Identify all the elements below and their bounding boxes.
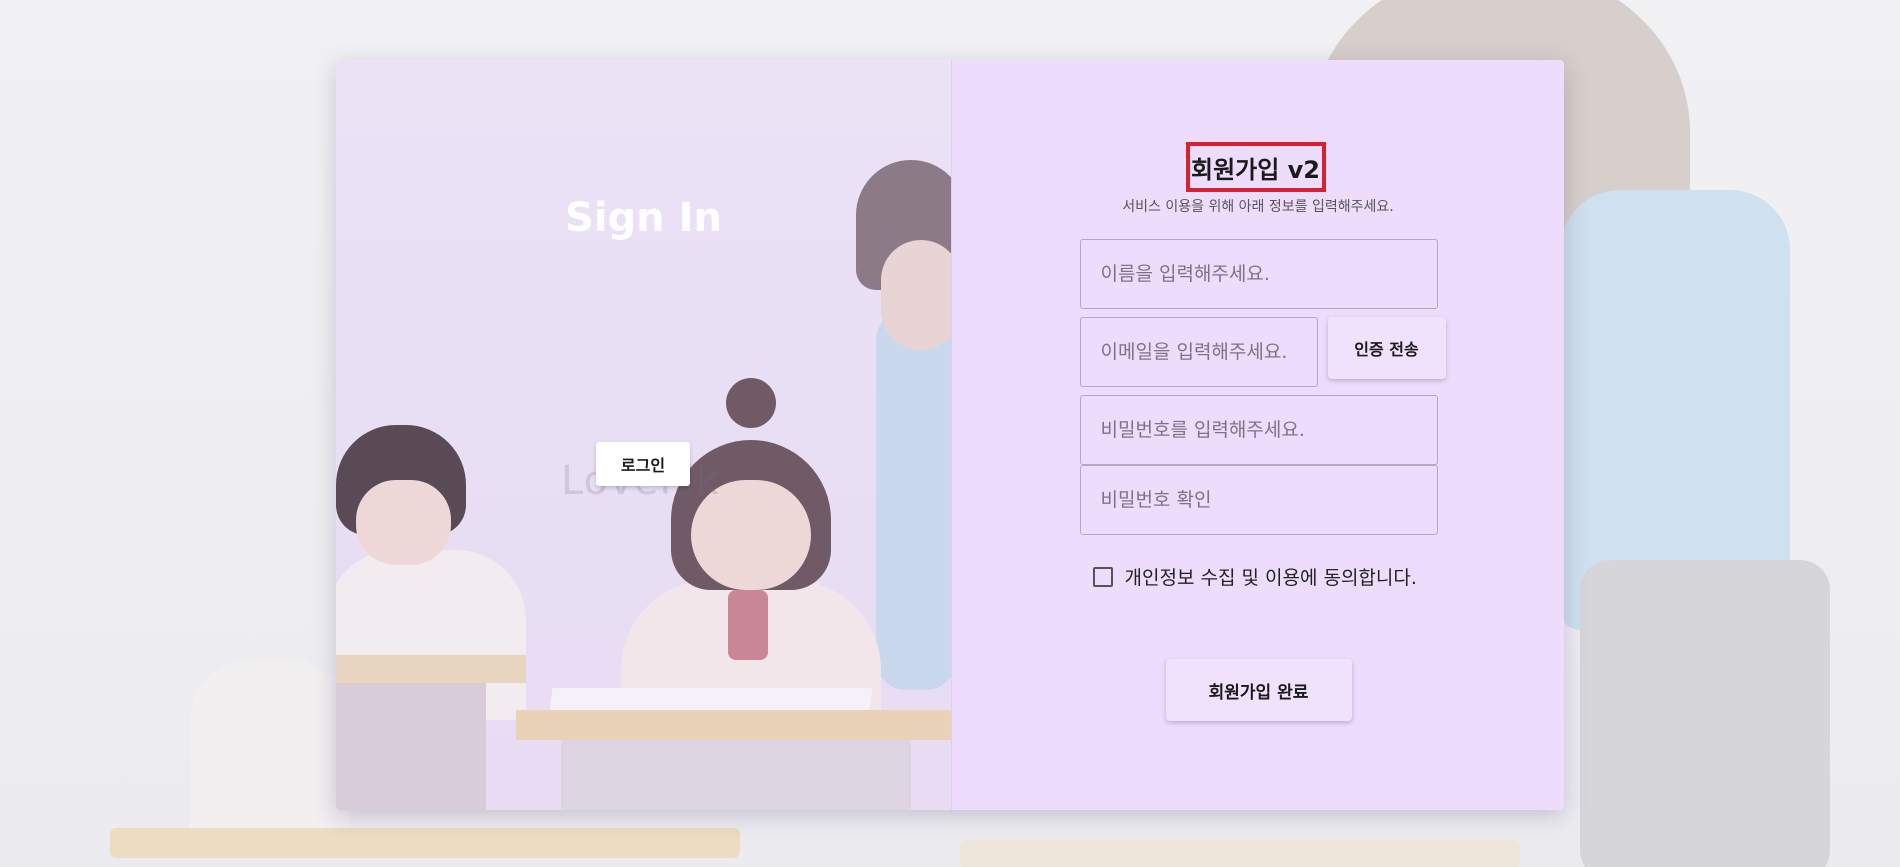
- sign-in-title: Sign In: [565, 195, 722, 241]
- consent-checkbox[interactable]: [1092, 566, 1113, 587]
- illustration-desk-left: [336, 655, 526, 683]
- background-teacher-pants: [1580, 560, 1830, 867]
- signup-submit-button[interactable]: 회원가입 완료: [1165, 659, 1352, 721]
- auth-card: LovePik Sign In 로그인 회원가입 v2 서비스 이용을 위해 아…: [336, 60, 1564, 810]
- consent-row[interactable]: 개인정보 수집 및 이용에 동의합니다.: [1092, 563, 1417, 590]
- illustration-teacher-arm: [876, 310, 951, 690]
- send-verification-button[interactable]: 인증 전송: [1327, 317, 1446, 379]
- signup-panel: 회원가입 v2 서비스 이용을 위해 아래 정보를 입력해주세요. 인증 전송 …: [950, 60, 1564, 810]
- signup-title-text: 회원가입 v2: [1190, 155, 1321, 184]
- illustration-boy-face: [356, 480, 451, 565]
- illustration-desk-right: [516, 710, 951, 740]
- illustration-girl-tie: [728, 590, 768, 660]
- email-input[interactable]: [1079, 317, 1318, 387]
- illustration-paper: [549, 688, 873, 710]
- password-confirm-input[interactable]: [1079, 465, 1438, 535]
- name-input[interactable]: [1079, 239, 1438, 309]
- illustration-desk-right-base: [561, 740, 911, 810]
- illustration-teacher-face: [881, 240, 951, 350]
- login-button[interactable]: 로그인: [596, 442, 690, 486]
- background-desk-right: [960, 840, 1520, 867]
- illustration-desk-left-base: [336, 683, 486, 810]
- illustration-girl-bun: [726, 378, 776, 428]
- background-desk-left: [110, 828, 740, 858]
- password-input[interactable]: [1079, 395, 1438, 465]
- background-student: [190, 660, 350, 850]
- consent-label[interactable]: 개인정보 수집 및 이용에 동의합니다.: [1125, 563, 1417, 590]
- signup-subtitle: 서비스 이용을 위해 아래 정보를 입력해주세요.: [1122, 199, 1394, 215]
- sign-in-panel: LovePik Sign In 로그인: [336, 60, 951, 810]
- signup-title: 회원가입 v2: [1185, 142, 1326, 192]
